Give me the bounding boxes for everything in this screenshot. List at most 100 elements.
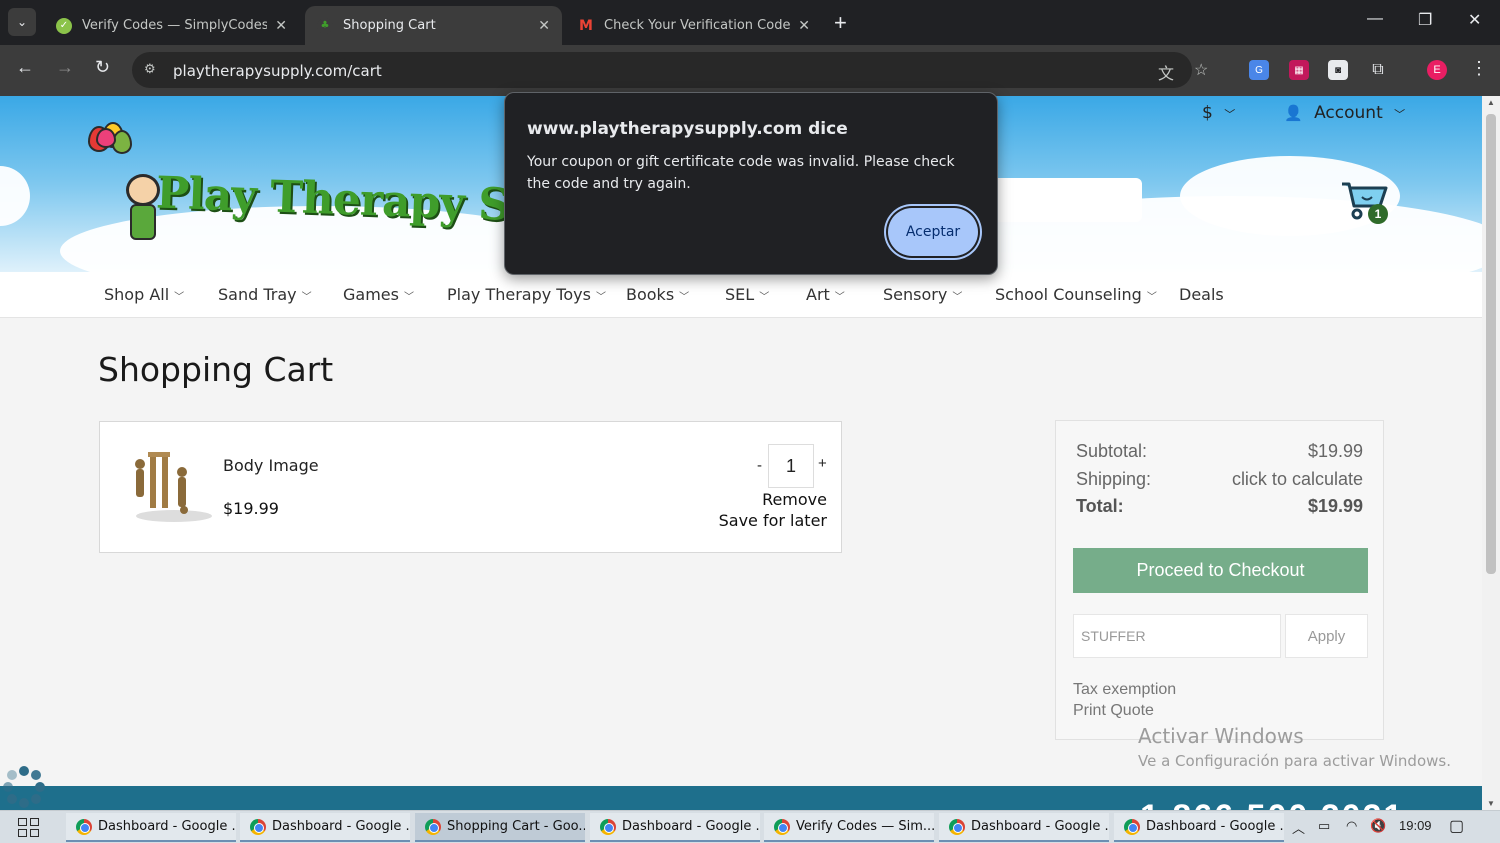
tab-verify-codes[interactable]: ✓ Verify Codes — SimplyCodes ✕	[44, 6, 299, 45]
chevron-down-icon: ⌄	[16, 15, 28, 29]
user-icon: 👤	[1284, 104, 1303, 122]
tab-verification-code[interactable]: M Check Your Verification Code - c ✕	[566, 6, 822, 45]
apply-coupon-button[interactable]: Apply	[1285, 614, 1368, 658]
tab-shopping-cart[interactable]: ♣ Shopping Cart ✕	[305, 6, 562, 45]
restore-icon[interactable]: ❐	[1418, 10, 1432, 30]
site-info-icon[interactable]: ⚙	[144, 61, 156, 77]
chevron-down-icon: ﹀	[1394, 108, 1406, 121]
chevron-down-icon: ﹀	[1146, 292, 1157, 303]
close-tab-icon[interactable]: ✕	[275, 18, 287, 34]
page-title: Shopping Cart	[98, 350, 334, 389]
taskbar-item[interactable]: Dashboard - Google ...	[590, 813, 760, 842]
back-icon[interactable]: ←	[16, 57, 34, 78]
chevron-down-icon: ﹀	[174, 292, 185, 303]
playtherapy-icon: ♣	[317, 17, 333, 34]
translate-icon[interactable]: 文	[1158, 60, 1174, 84]
taskbar-item[interactable]: Shopping Cart - Goo...	[415, 813, 585, 842]
nav-games[interactable]: Games ﹀	[343, 285, 414, 304]
chevron-down-icon: ﹀	[952, 292, 963, 303]
calendar-extension-icon[interactable]: ▦	[1289, 60, 1309, 80]
print-quote-link[interactable]: Print Quote	[1073, 702, 1154, 720]
chevron-down-icon: ﹀	[1224, 108, 1236, 121]
order-summary: Subtotal: $19.99 Shipping: click to calc…	[1055, 420, 1384, 740]
tray-expand-icon[interactable]: ︿	[1292, 818, 1305, 837]
taskbar-item[interactable]: Verify Codes — Sim...	[764, 813, 934, 842]
minimize-icon[interactable]: —	[1367, 10, 1383, 28]
game-extension-icon[interactable]: ◙	[1328, 60, 1348, 80]
clock[interactable]: 19:09	[1399, 818, 1432, 833]
proceed-to-checkout-button[interactable]: Proceed to Checkout	[1073, 548, 1368, 593]
product-image[interactable]	[126, 448, 212, 524]
chrome-icon	[76, 818, 92, 835]
taskbar-item[interactable]: Dashboard - Google ...	[939, 813, 1109, 842]
wifi-icon[interactable]: ◠	[1346, 818, 1357, 834]
calculate-shipping-link[interactable]: click to calculate	[1232, 469, 1363, 490]
remove-item-link[interactable]: Remove	[762, 490, 827, 509]
phone-number: 1 866 500 2021	[1140, 798, 1404, 810]
bookmark-star-icon[interactable]: ☆	[1194, 60, 1208, 80]
coupon-code-input[interactable]: STUFFER	[1073, 614, 1281, 658]
translate-extension-icon[interactable]: G	[1249, 60, 1269, 80]
chrome-icon	[600, 818, 616, 835]
dialog-ok-button[interactable]: Aceptar	[888, 208, 978, 256]
close-tab-icon[interactable]: ✕	[798, 18, 810, 34]
nav-play-therapy-toys[interactable]: Play Therapy Toys ﹀	[447, 285, 606, 304]
windows-activation-watermark: Activar Windows Ve a Configuración para …	[1138, 724, 1451, 770]
close-tab-icon[interactable]: ✕	[538, 18, 550, 34]
product-name[interactable]: Body Image	[223, 456, 319, 475]
chrome-icon	[774, 818, 790, 835]
nav-shop-all[interactable]: Shop All ﹀	[104, 285, 184, 304]
product-price: $19.99	[223, 499, 279, 518]
quantity-increase-button[interactable]: +	[818, 455, 827, 472]
nav-deals[interactable]: Deals	[1179, 285, 1224, 304]
address-bar[interactable]: ⚙ playtherapysupply.com/cart 文 ☆	[132, 52, 1208, 88]
browser-toolbar: ← → ↻ ⚙ playtherapysupply.com/cart 文 ☆ G…	[0, 45, 1500, 96]
chrome-icon	[1124, 818, 1140, 835]
nav-art[interactable]: Art ﹀	[806, 285, 845, 304]
quantity-decrease-button[interactable]: -	[757, 457, 762, 474]
battery-icon[interactable]: ▭	[1318, 818, 1330, 834]
search-input[interactable]	[990, 178, 1142, 222]
chevron-down-icon: ﹀	[679, 292, 690, 303]
save-for-later-link[interactable]: Save for later	[719, 511, 827, 530]
scrollbar-thumb[interactable]	[1486, 114, 1496, 574]
forward-icon[interactable]: →	[56, 57, 74, 78]
chevron-down-icon: ﹀	[595, 292, 606, 303]
chrome-icon	[250, 818, 266, 835]
start-icon[interactable]	[18, 818, 40, 838]
notifications-icon[interactable]: ▢	[1449, 816, 1464, 836]
browser-tab-strip: ⌄ ✓ Verify Codes — SimplyCodes ✕ ♣ Shopp…	[0, 0, 1500, 45]
windows-taskbar: Dashboard - Google ... Dashboard - Googl…	[0, 810, 1500, 843]
profile-avatar[interactable]: E	[1427, 60, 1447, 80]
footer-band: 1 866 500 2021	[0, 786, 1482, 810]
scroll-up-icon[interactable]: ▲	[1487, 98, 1495, 107]
volume-muted-icon[interactable]: 🔇	[1370, 818, 1386, 834]
nav-sensory[interactable]: Sensory ﹀	[883, 285, 962, 304]
currency-selector[interactable]: $ ﹀	[1202, 103, 1235, 123]
new-tab-button[interactable]: +	[834, 10, 847, 36]
taskbar-item[interactable]: Dashboard - Google ...	[1114, 813, 1284, 842]
reload-icon[interactable]: ↻	[95, 57, 110, 78]
scroll-down-icon[interactable]: ▼	[1487, 799, 1495, 808]
taskbar-item[interactable]: Dashboard - Google ...	[240, 813, 410, 842]
tax-exemption-link[interactable]: Tax exemption	[1073, 681, 1176, 699]
quantity-input[interactable]: 1	[768, 444, 814, 488]
loading-spinner-icon	[2, 766, 46, 810]
site-logo[interactable]: Play Therapy Supply	[86, 122, 641, 242]
tab-search-button[interactable]: ⌄	[8, 8, 36, 36]
taskbar-item[interactable]: Dashboard - Google ...	[66, 813, 236, 842]
extensions-icon[interactable]: ⧉	[1368, 60, 1388, 80]
close-window-icon[interactable]: ✕	[1468, 10, 1481, 30]
chevron-down-icon: ﹀	[301, 292, 312, 303]
menu-kebab-icon[interactable]: ⋮	[1470, 58, 1488, 79]
chevron-down-icon: ﹀	[759, 292, 770, 303]
nav-school-counseling[interactable]: School Counseling ﹀	[995, 285, 1157, 304]
page-scrollbar[interactable]: ▲ ▼	[1482, 96, 1500, 810]
nav-sel[interactable]: SEL ﹀	[725, 285, 769, 304]
cart-count-badge[interactable]: 1	[1368, 204, 1388, 224]
nav-books[interactable]: Books ﹀	[626, 285, 689, 304]
chevron-down-icon: ﹀	[403, 292, 414, 303]
account-menu[interactable]: 👤 Account ﹀	[1284, 103, 1405, 123]
nav-sand-tray[interactable]: Sand Tray ﹀	[218, 285, 312, 304]
chrome-icon	[949, 818, 965, 835]
